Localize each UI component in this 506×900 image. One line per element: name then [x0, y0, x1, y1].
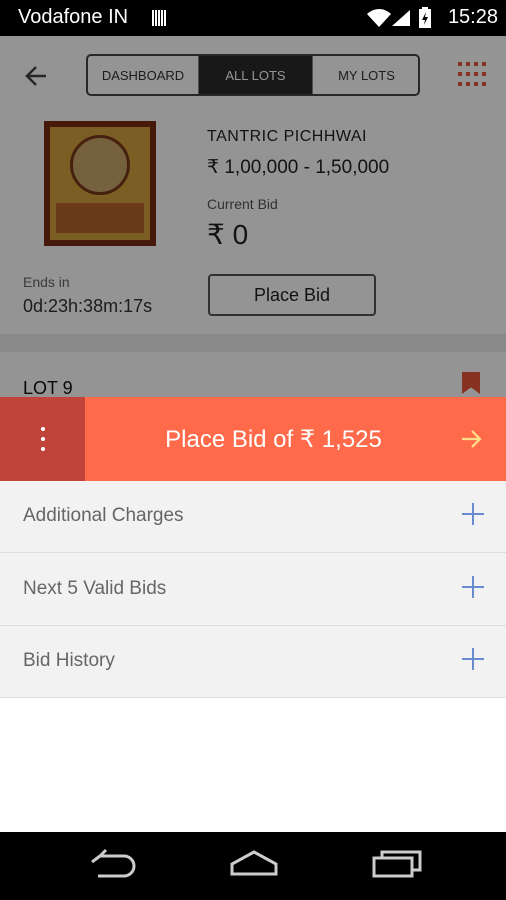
recent-apps-icon[interactable]: [372, 848, 424, 878]
wifi-icon: [367, 9, 391, 27]
row-label: Next 5 Valid Bids: [23, 578, 167, 599]
clock: 15:28: [447, 6, 498, 28]
battery-icon: [419, 7, 431, 28]
plus-icon[interactable]: [462, 576, 484, 598]
plus-icon[interactable]: [462, 648, 484, 670]
more-vertical-icon: [40, 424, 45, 454]
bid-history-row[interactable]: Bid History: [0, 626, 506, 698]
status-bar: Vodafone IN 15:28: [0, 0, 506, 36]
place-bid-action[interactable]: Place Bid of ₹ 1,525: [85, 397, 462, 481]
bid-bar: Place Bid of ₹ 1,525: [0, 397, 506, 481]
arrow-right-icon[interactable]: [460, 427, 484, 451]
additional-charges-row[interactable]: Additional Charges: [0, 481, 506, 553]
carrier-label: Vodafone IN: [18, 6, 129, 28]
back-icon[interactable]: [88, 848, 138, 878]
system-nav-bar: [0, 832, 506, 900]
home-icon[interactable]: [228, 848, 280, 878]
more-button[interactable]: [0, 397, 85, 481]
row-label: Additional Charges: [23, 505, 184, 526]
next-valid-bids-row[interactable]: Next 5 Valid Bids: [0, 554, 506, 626]
sim-icon: [152, 10, 166, 26]
signal-icon: [392, 10, 410, 26]
row-label: Bid History: [23, 650, 115, 671]
overlay-scrim[interactable]: [0, 36, 506, 398]
bid-options-panel: Additional Charges Next 5 Valid Bids Bid…: [0, 481, 506, 698]
plus-icon[interactable]: [462, 503, 484, 525]
